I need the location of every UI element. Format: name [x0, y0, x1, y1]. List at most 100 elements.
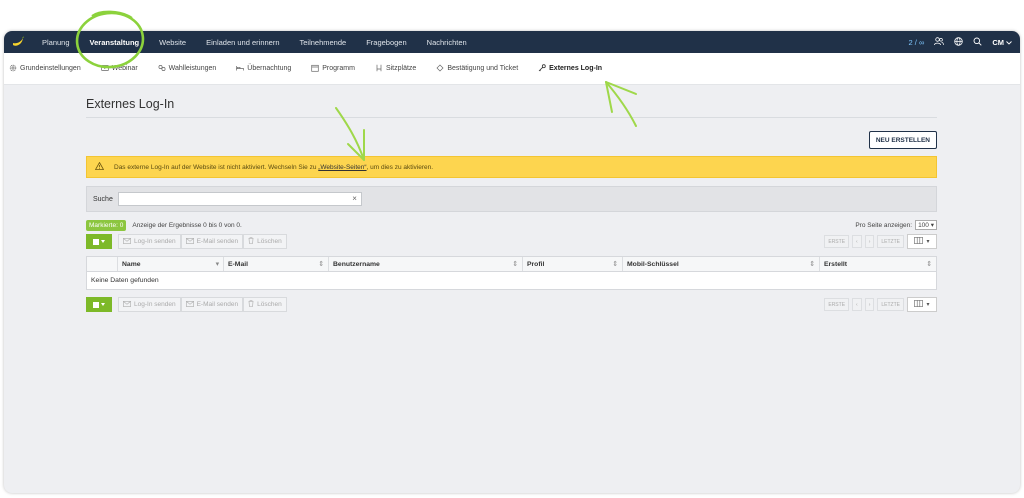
- header-select-cell: [87, 257, 118, 271]
- sort-icon: ⇕: [612, 261, 618, 268]
- sort-desc-icon: ▾: [215, 261, 219, 268]
- subnav-label: Übernachtung: [247, 65, 292, 72]
- top-navigation: Planung Veranstaltung Website Einladen u…: [4, 31, 1020, 53]
- pagination-top: ERSTE ‹ › LETZTE ▾: [824, 234, 937, 249]
- subnav-bestaetigung[interactable]: Bestätigung und Ticket: [426, 64, 528, 74]
- caret-down-icon: ▾: [926, 239, 930, 245]
- banana-logo-icon[interactable]: [4, 31, 32, 53]
- envelope-icon: [123, 237, 131, 246]
- trash-icon: [248, 237, 254, 246]
- nav-nachrichten[interactable]: Nachrichten: [417, 38, 477, 47]
- warning-icon: [94, 161, 105, 172]
- per-page-control: Pro Seite anzeigen: 100 ▾: [855, 220, 937, 230]
- column-label: Benutzername: [333, 260, 380, 268]
- send-login-button[interactable]: Log-In senden: [118, 234, 181, 249]
- select-all-dropdown[interactable]: [86, 297, 112, 312]
- alert-text-before: Das externe Log-In auf der Website ist n…: [114, 163, 319, 171]
- website-pages-link[interactable]: „Website-Seiten“: [318, 164, 366, 171]
- user-initials: CM: [992, 37, 1004, 47]
- search-bar: Suche ×: [86, 186, 937, 212]
- caret-down-icon: ▾: [926, 302, 930, 308]
- send-email-button[interactable]: E-Mail senden: [180, 234, 244, 249]
- send-email-button[interactable]: E-Mail senden: [180, 297, 244, 312]
- send-login-button[interactable]: Log-In senden: [118, 297, 181, 312]
- page-title: Externes Log-In: [86, 97, 937, 118]
- subnav-webinar[interactable]: Webinar: [91, 64, 148, 74]
- first-page-button[interactable]: ERSTE: [824, 298, 850, 311]
- select-all-dropdown[interactable]: [86, 234, 112, 249]
- prev-page-button[interactable]: ‹: [852, 298, 862, 311]
- nav-planung[interactable]: Planung: [32, 38, 80, 47]
- send-email-label: E-Mail senden: [196, 238, 239, 245]
- nav-einladen[interactable]: Einladen und erinnern: [196, 38, 289, 47]
- nav-teilnehmende[interactable]: Teilnehmende: [290, 38, 357, 47]
- subnav-label: Wahlleistungen: [168, 65, 217, 72]
- video-icon: [100, 64, 109, 74]
- subnav-uebernachtung[interactable]: Übernachtung: [226, 64, 301, 74]
- main-content: Externes Log-In NEU ERSTELLEN Das extern…: [86, 85, 937, 312]
- column-label: Erstellt: [824, 260, 848, 268]
- selected-count-badge: Markierte: 0: [86, 219, 127, 231]
- pagination-bottom: ERSTE ‹ › LETZTE ▾: [824, 297, 937, 312]
- first-page-button[interactable]: ERSTE: [824, 235, 850, 248]
- sub-navigation: Grundeinstellungen Webinar Wahlleistunge…: [4, 53, 1020, 85]
- subnav-label: Webinar: [111, 65, 138, 72]
- column-chooser-button[interactable]: ▾: [907, 234, 937, 249]
- column-header-username[interactable]: Benutzername ⇕: [329, 257, 523, 271]
- gear-icon: [9, 64, 17, 74]
- per-page-select[interactable]: 100 ▾: [915, 220, 937, 230]
- subnav-externes-login[interactable]: Externes Log-In: [528, 63, 612, 74]
- send-email-label: E-Mail senden: [196, 301, 239, 308]
- nav-veranstaltung[interactable]: Veranstaltung: [80, 38, 150, 47]
- warning-alert: Das externe Log-In auf der Website ist n…: [86, 156, 937, 178]
- nav-website[interactable]: Website: [149, 38, 196, 47]
- subnav-label: Sitzplätze: [385, 65, 417, 72]
- subnav-wahlleistungen[interactable]: Wahlleistungen: [148, 64, 227, 74]
- column-header-mobile-key[interactable]: Mobil-Schlüssel ⇕: [623, 257, 820, 271]
- per-page-value: 100: [918, 222, 929, 229]
- subnav-sitzplaetze[interactable]: Sitzplätze: [365, 64, 426, 74]
- search-icon[interactable]: [973, 37, 982, 48]
- last-page-button[interactable]: LETZTE: [877, 298, 904, 311]
- subnav-programm[interactable]: Programm: [301, 64, 365, 74]
- nav-fragebogen[interactable]: Fragebogen: [356, 38, 416, 47]
- next-page-button[interactable]: ›: [864, 235, 875, 248]
- users-icon[interactable]: [934, 36, 945, 48]
- envelope-icon: [123, 300, 131, 309]
- bulk-toolbar-top: Log-In senden E-Mail senden Löschen ERST…: [86, 234, 937, 249]
- last-page-button[interactable]: LETZTE: [877, 235, 904, 248]
- subnav-label: Bestätigung und Ticket: [447, 65, 519, 72]
- new-create-button[interactable]: NEU ERSTELLEN: [868, 131, 937, 149]
- nav-right-tools: 2 / ∞ CM: [909, 36, 1020, 48]
- alert-message: Das externe Log-In auf der Website ist n…: [114, 164, 433, 171]
- trash-icon: [248, 300, 254, 309]
- results-info-row: Markierte: 0 Anzeige der Ergebnisse 0 bi…: [86, 219, 937, 231]
- envelope-icon: [185, 300, 194, 309]
- send-login-label: Log-In senden: [134, 301, 176, 308]
- search-input[interactable]: ×: [117, 192, 362, 206]
- ticket-icon: [436, 64, 444, 74]
- column-label: Name: [122, 260, 141, 268]
- sort-icon: ⇕: [809, 261, 815, 268]
- alert-text-after: , um dies zu aktivieren.: [366, 163, 434, 171]
- user-menu[interactable]: CM: [992, 38, 1012, 47]
- columns-icon: [914, 237, 924, 246]
- column-header-name[interactable]: Name ▾: [118, 257, 224, 271]
- delete-button[interactable]: Löschen: [243, 297, 287, 312]
- column-header-profile[interactable]: Profil ⇕: [523, 257, 623, 271]
- seat-icon: [375, 64, 383, 74]
- login-table: Name ▾ E-Mail ⇕ Benutzername ⇕ Profil ⇕ Mobi…: [86, 256, 937, 290]
- subnav-grundeinstellungen[interactable]: Grundeinstellungen: [4, 64, 91, 74]
- globe-icon[interactable]: [954, 36, 964, 48]
- sort-icon: ⇕: [512, 261, 518, 268]
- column-header-email[interactable]: E-Mail ⇕: [224, 257, 329, 271]
- per-page-label: Pro Seite anzeigen:: [855, 221, 913, 229]
- column-header-created[interactable]: Erstellt ⇕: [820, 257, 936, 271]
- next-page-button[interactable]: ›: [864, 298, 875, 311]
- highlight-circle-tail: [91, 10, 133, 19]
- prev-page-button[interactable]: ‹: [852, 235, 862, 248]
- column-label: E-Mail: [228, 260, 249, 268]
- column-chooser-button[interactable]: ▾: [907, 297, 937, 312]
- delete-button[interactable]: Löschen: [243, 234, 287, 249]
- clear-icon[interactable]: ×: [352, 194, 357, 203]
